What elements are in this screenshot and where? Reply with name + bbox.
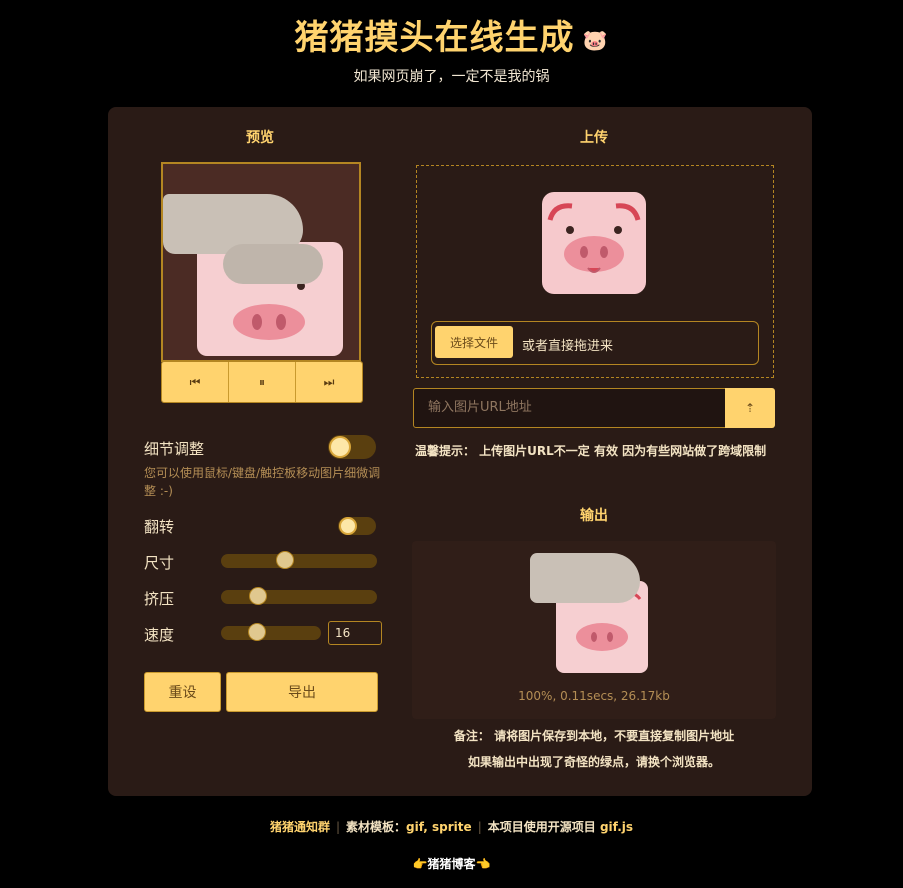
url-upload-button[interactable]: ⇡ (725, 388, 775, 428)
uploaded-pig-image (542, 192, 646, 294)
upload-arrow-icon: ⇡ (744, 401, 756, 415)
gifjs-link[interactable]: gif.js (600, 820, 633, 834)
pause-button[interactable]: ⏸ (229, 362, 296, 402)
choose-file-button[interactable]: 选择文件 (435, 326, 513, 358)
squeeze-slider-thumb[interactable] (249, 587, 267, 605)
upload-dropzone[interactable]: 选择文件 或者直接拖进来 (416, 165, 774, 378)
squeeze-slider[interactable] (221, 587, 377, 605)
reset-button[interactable]: 重设 (144, 672, 221, 712)
project-label: 本项目使用开源项目 (487, 820, 596, 834)
template-links[interactable]: gif, sprite (406, 820, 472, 834)
skip-forward-icon: ⏭ (323, 374, 335, 389)
template-label: 素材模板： (346, 820, 407, 834)
speed-slider[interactable] (221, 623, 321, 641)
output-panel: 100%, 0.11secs, 26.17kb (412, 541, 776, 719)
export-button[interactable]: 导出 (226, 672, 378, 712)
prev-frame-button[interactable]: ⏮ (162, 362, 229, 402)
page-title: 猪猪摸头在线生成 🐷 (0, 10, 903, 59)
output-note-2: 如果输出中出现了奇怪的绿点，请换个浏览器。 (467, 755, 720, 769)
notify-group-link[interactable]: 猪猪通知群 (270, 820, 330, 834)
url-input[interactable]: 输入图片URL地址 (413, 388, 741, 428)
playback-controls: ⏮ ⏸ ⏭ (161, 361, 363, 403)
pause-icon: ⏸ (258, 374, 265, 389)
file-picker: 选择文件 或者直接拖进来 (431, 321, 759, 365)
detail-adjust-label: 细节调整 (144, 440, 205, 458)
footer: 猪猪通知群 | 素材模板：gif, sprite | 本项目使用开源项目 gif.js (0, 818, 903, 835)
drag-hint: 或者直接拖进来 (522, 339, 614, 354)
size-label: 尺寸 (144, 554, 175, 572)
output-stats: 100%, 0.11secs, 26.17kb (518, 689, 670, 703)
detail-adjust-toggle[interactable] (328, 435, 376, 459)
hand-thumb-image (223, 244, 323, 284)
preview-title: 预览 (246, 130, 274, 146)
output-hand-image (530, 553, 640, 603)
blog-link[interactable]: 👉猪猪博客👈 (0, 855, 903, 872)
output-note-1: 备注： 请将图片保存到本地，不要直接复制图片地址 (453, 729, 735, 743)
detail-help-text: 您可以使用鼠标/键盘/触控板移动图片细微调整 :-) (144, 466, 381, 498)
preview-canvas[interactable] (161, 162, 361, 362)
upload-tip: 温馨提示： 上传图片URL不一定 有效 因为有些网站做了跨域限制 (415, 444, 767, 458)
flip-toggle[interactable] (338, 517, 376, 535)
flip-label: 翻转 (144, 518, 175, 536)
next-frame-button[interactable]: ⏭ (296, 362, 362, 402)
page-subtitle: 如果网页崩了，一定不是我的锅 (353, 69, 550, 85)
toggle-knob (329, 436, 351, 458)
skip-back-icon: ⏮ (189, 374, 201, 389)
title-text: 猪猪摸头在线生成 (294, 18, 575, 58)
main-card: 预览 ⏮ ⏸ ⏭ 细节调整 您可以使用鼠标/键盘/触控板移动图片细微调整 :-)… (108, 107, 812, 796)
speed-slider-thumb[interactable] (248, 623, 266, 641)
pig-emoji-icon: 🐷 (582, 27, 609, 52)
speed-label: 速度 (144, 626, 175, 644)
speed-input[interactable]: 16 (328, 621, 382, 645)
footer-separator: | (335, 820, 341, 834)
size-slider[interactable] (221, 551, 377, 569)
upload-title: 上传 (580, 130, 608, 146)
toggle-knob (339, 517, 357, 535)
pig-face-features (547, 203, 641, 273)
output-title: 输出 (580, 508, 608, 524)
footer-separator: | (477, 820, 482, 834)
size-slider-thumb[interactable] (276, 551, 294, 569)
squeeze-label: 挤压 (144, 590, 175, 608)
